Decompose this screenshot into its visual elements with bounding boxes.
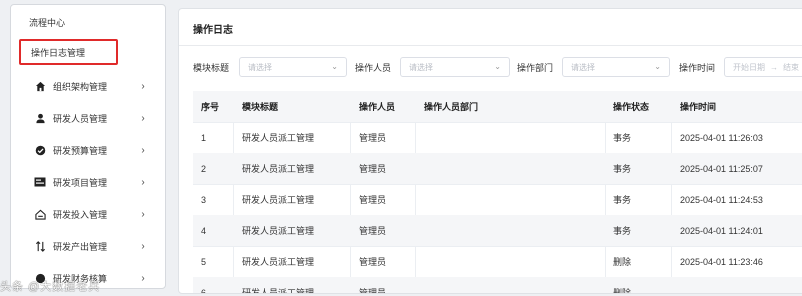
table-row[interactable]: 1 研发人员派工管理 管理员 事务 2025-04-01 11:26:03 — [193, 122, 802, 154]
table-row[interactable]: 3 研发人员派工管理 管理员 事务 2025-04-01 11:24:53 — [193, 184, 802, 216]
sidebar-item-label: 操作日志管理 — [31, 47, 86, 58]
row-index: 3 — [201, 194, 207, 205]
page-title: 操作日志 — [193, 25, 233, 36]
dept-filter-placeholder: 请选择 — [571, 62, 595, 72]
check-circle-icon — [33, 145, 47, 156]
sidebar-item-org[interactable]: 组织架构管理 › — [11, 73, 165, 99]
chevron-right-icon: › — [141, 272, 145, 284]
header-time: 操作时间 — [680, 102, 717, 112]
row-time: 2025-04-01 11:23:46 — [680, 256, 763, 267]
chevron-right-icon: › — [141, 240, 145, 252]
row-module: 研发人员派工管理 — [242, 133, 315, 143]
table-row[interactable]: 4 研发人员派工管理 管理员 事务 2025-04-01 11:24:01 — [193, 215, 802, 247]
header-dept: 操作人员部门 — [424, 102, 479, 112]
operator-filter-select[interactable]: 请选择 ⌄ — [400, 57, 510, 77]
row-index: 6 — [201, 287, 207, 294]
row-module: 研发人员派工管理 — [242, 164, 315, 174]
user-icon — [33, 113, 47, 124]
sidebar-item-budget[interactable]: 研发预算管理 › — [11, 137, 165, 163]
home-icon — [33, 81, 47, 92]
date-start-placeholder: 开始日期 — [733, 62, 765, 72]
row-status: 事务 — [613, 133, 632, 143]
module-filter-select[interactable]: 请选择 ⌄ — [239, 57, 347, 77]
operator-filter-placeholder: 请选择 — [409, 62, 433, 72]
input-icon — [33, 209, 47, 220]
row-index: 2 — [201, 163, 207, 174]
row-time: 2025-04-01 11:25:07 — [680, 163, 763, 174]
row-time: 2025-04-01 11:26:03 — [680, 132, 763, 143]
header-status: 操作状态 — [613, 102, 650, 112]
header-module: 模块标题 — [242, 102, 279, 112]
sidebar-item-label: 流程中心 — [29, 17, 66, 28]
row-status: 事务 — [613, 226, 632, 236]
sidebar-item-label: 研发人员管理 — [53, 113, 108, 124]
table-row[interactable]: 5 研发人员派工管理 管理员 删除 2025-04-01 11:23:46 — [193, 246, 802, 278]
watermark: 头条 @大数据老兵 — [0, 281, 101, 293]
chevron-down-icon: ⌄ — [494, 62, 501, 71]
row-status: 事务 — [613, 164, 632, 174]
chevron-right-icon: › — [141, 144, 145, 156]
row-module: 研发人员派工管理 — [242, 257, 315, 267]
header-operator: 操作人员 — [359, 102, 396, 112]
sidebar-item-label: 组织架构管理 — [53, 81, 108, 92]
sidebar-item-operation-log[interactable]: 操作日志管理 — [19, 39, 118, 65]
operator-filter-label: 操作人员 — [355, 63, 392, 73]
swap-icon — [33, 240, 47, 252]
dept-filter-label: 操作部门 — [517, 63, 554, 73]
chevron-right-icon: › — [141, 208, 145, 220]
row-index: 4 — [201, 225, 207, 236]
sidebar-item-label: 研发预算管理 — [53, 145, 108, 156]
chevron-down-icon: ⌄ — [331, 62, 338, 71]
sidebar-item-label: 研发产出管理 — [53, 241, 108, 252]
row-time: 2025-04-01 11:24:01 — [680, 225, 763, 236]
time-filter-label: 操作时间 — [679, 63, 716, 73]
module-filter-placeholder: 请选择 — [248, 62, 272, 72]
row-status: 删除 — [613, 257, 632, 267]
dept-filter-select[interactable]: 请选择 ⌄ — [562, 57, 670, 77]
title-divider — [179, 45, 802, 46]
chevron-down-icon: ⌄ — [654, 62, 661, 71]
row-status: 删除 — [613, 288, 632, 294]
row-operator: 管理员 — [359, 226, 387, 236]
sidebar-item-label: 研发投入管理 — [53, 209, 108, 220]
table-header-row: 序号 模块标题 操作人员 操作人员部门 操作状态 操作时间 — [193, 91, 802, 123]
sidebar-item-project[interactable]: 研发项目管理 › — [11, 169, 165, 195]
arrow-right-icon: → — [770, 62, 778, 72]
sidebar-item-personnel[interactable]: 研发人员管理 › — [11, 105, 165, 131]
table-row[interactable]: 6 研发人员派工管理 管理员 删除 — [193, 277, 802, 294]
sidebar-item-input[interactable]: 研发投入管理 › — [11, 201, 165, 227]
sidebar-item-output[interactable]: 研发产出管理 › — [11, 233, 165, 259]
server-icon — [33, 177, 47, 187]
row-module: 研发人员派工管理 — [242, 195, 315, 205]
row-operator: 管理员 — [359, 288, 387, 294]
chevron-right-icon: › — [141, 112, 145, 124]
row-index: 5 — [201, 256, 207, 267]
module-filter-label: 模块标题 — [193, 63, 230, 73]
sidebar-item-process-center[interactable]: 流程中心 — [11, 9, 165, 35]
sidebar: 流程中心 操作日志管理 组织架构管理 › 研发人员管理 › 研发预算管理 › 研… — [10, 4, 166, 289]
chevron-right-icon: › — [141, 80, 145, 92]
chevron-right-icon: › — [141, 176, 145, 188]
date-end-placeholder: 结束 — [783, 62, 799, 72]
filter-bar: 模块标题 请选择 ⌄ 操作人员 请选择 ⌄ 操作部门 请选择 ⌄ 操作时间 开始… — [179, 57, 802, 79]
row-operator: 管理员 — [359, 164, 387, 174]
row-index: 1 — [201, 132, 207, 143]
sidebar-item-label: 研发项目管理 — [53, 177, 108, 188]
row-module: 研发人员派工管理 — [242, 288, 315, 294]
main-panel: 操作日志 模块标题 请选择 ⌄ 操作人员 请选择 ⌄ 操作部门 请选择 ⌄ 操作… — [178, 8, 802, 294]
row-operator: 管理员 — [359, 133, 387, 143]
date-range-picker[interactable]: 开始日期 → 结束 — [724, 57, 802, 77]
row-operator: 管理员 — [359, 257, 387, 267]
header-index: 序号 — [201, 102, 220, 112]
row-time: 2025-04-01 11:24:53 — [680, 194, 763, 205]
table-row[interactable]: 2 研发人员派工管理 管理员 事务 2025-04-01 11:25:07 — [193, 153, 802, 185]
row-module: 研发人员派工管理 — [242, 226, 315, 236]
row-status: 事务 — [613, 195, 632, 205]
row-operator: 管理员 — [359, 195, 387, 205]
